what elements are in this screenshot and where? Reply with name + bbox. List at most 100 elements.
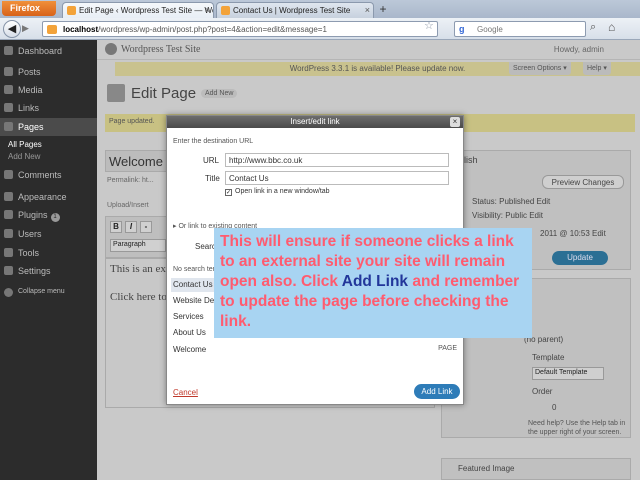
plugins-update-badge: 1: [50, 213, 60, 222]
tab-label: Contact Us | Wordpress Test Site: [233, 6, 351, 15]
search-icon[interactable]: ⌕: [590, 21, 596, 34]
publish-visibility: Visibility: Public Edit: [472, 211, 543, 220]
sidebar-item-users[interactable]: Users: [0, 225, 97, 243]
order-input[interactable]: 0: [552, 403, 556, 412]
sidebar-item-pages[interactable]: Pages: [0, 118, 97, 136]
list-item-label: About Us: [173, 328, 206, 337]
tab-edit-page[interactable]: Edit Page ‹ Wordpress Test Site — Wo... …: [62, 2, 214, 18]
sidebar-item-plugins[interactable]: Plugins 1: [0, 206, 97, 224]
sidebar-item-media[interactable]: Media: [0, 81, 97, 99]
preview-changes-button[interactable]: Preview Changes: [542, 175, 624, 189]
users-icon: [4, 229, 13, 238]
howdy-user[interactable]: Howdy, admin: [554, 45, 604, 54]
add-link-button[interactable]: Add Link: [414, 384, 460, 399]
appearance-icon: [4, 192, 13, 201]
site-title[interactable]: Wordpress Test Site: [121, 44, 200, 55]
sidebar-subitem-add-new[interactable]: Add New: [8, 152, 40, 161]
sidebar-subitem-all-pages[interactable]: All Pages: [8, 140, 42, 149]
links-icon: [4, 103, 13, 112]
dashboard-icon: [4, 46, 13, 55]
wordpress-logo-icon: [105, 43, 117, 55]
pages-icon: [107, 84, 125, 102]
permalink: Permalink: ht...: [107, 177, 154, 184]
sidebar-item-posts[interactable]: Posts: [0, 63, 97, 81]
search-placeholder: Google: [477, 25, 503, 34]
tab-label: Edit Page ‹ Wordpress Test Site — Wo...: [79, 6, 214, 15]
order-label: Order: [532, 387, 553, 396]
posts-icon: [4, 67, 13, 76]
sidebar-item-label: Settings: [18, 266, 51, 276]
tools-icon: [4, 248, 13, 257]
site-identity-icon: [47, 25, 57, 34]
list-item-label: Welcome: [173, 345, 207, 354]
featured-image-box[interactable]: Featured Image: [441, 458, 631, 480]
italic-button[interactable]: I: [125, 221, 137, 233]
media-icon: [4, 85, 13, 94]
dialog-title: Insert/edit link ×: [167, 116, 463, 128]
template-label: Template: [532, 353, 565, 362]
tab-contact-us[interactable]: Contact Us | Wordpress Test Site ×: [216, 2, 374, 18]
sidebar-item-comments[interactable]: Comments: [0, 166, 97, 184]
list-item-kind: PAGE: [438, 345, 457, 352]
sidebar-item-links[interactable]: Links: [0, 99, 97, 117]
address-bar[interactable]: localhost/wordpress/wp-admin/post.php?po…: [42, 21, 438, 37]
close-tab-icon[interactable]: ×: [365, 5, 370, 15]
tip-highlight: Add Link: [341, 273, 409, 290]
new-window-checkbox[interactable]: ✓: [225, 189, 232, 196]
google-icon: g: [459, 24, 465, 34]
sidebar-collapse-menu[interactable]: Collapse menu: [0, 284, 97, 302]
collapse-icon: [4, 288, 13, 297]
plugins-icon: [4, 210, 13, 219]
sidebar-item-label: Links: [18, 103, 40, 113]
list-item[interactable]: Welcome PAGE: [171, 343, 461, 357]
sidebar-item-label: Collapse menu: [18, 288, 65, 295]
firefox-menu-button[interactable]: Firefox: [2, 1, 56, 16]
tip-text: This will ensure if someone clicks a lin…: [220, 232, 526, 332]
add-new-button[interactable]: Add New: [201, 89, 238, 98]
upload-insert-label[interactable]: Upload/Insert: [107, 202, 149, 209]
home-icon[interactable]: ⌂: [608, 20, 615, 34]
publish-date: 2011 @ 10:53 Edit: [540, 229, 606, 238]
close-tab-icon[interactable]: ×: [205, 5, 210, 15]
new-tab-icon[interactable]: +: [376, 3, 390, 16]
sidebar-item-tools[interactable]: Tools: [0, 244, 97, 262]
cancel-link[interactable]: Cancel: [173, 388, 198, 397]
settings-icon: [4, 266, 13, 275]
bookmark-star-icon[interactable]: ☆: [424, 19, 434, 32]
strikethrough-button[interactable]: -: [140, 221, 152, 233]
template-select[interactable]: Default Template: [532, 367, 604, 380]
admin-sidebar: Dashboard Posts Media Links Pages All Pa…: [0, 40, 97, 480]
close-icon[interactable]: ×: [450, 117, 460, 127]
url-label: URL: [203, 156, 220, 165]
sidebar-item-settings[interactable]: Settings: [0, 262, 97, 280]
title-input[interactable]: Contact Us: [225, 171, 449, 185]
paragraph-select[interactable]: Paragraph: [110, 239, 166, 252]
bold-button[interactable]: B: [110, 221, 122, 233]
url-input[interactable]: http://www.bbc.co.uk: [225, 153, 449, 167]
sidebar-item-label: Users: [18, 229, 42, 239]
dialog-title-text: Insert/edit link: [290, 117, 340, 126]
sidebar-item-appearance[interactable]: Appearance: [0, 188, 97, 206]
page-title: Edit Page: [131, 85, 197, 102]
sidebar-item-dashboard[interactable]: Dashboard: [0, 42, 97, 60]
editor-text: This is an ex...: [110, 263, 175, 275]
sidebar-item-label: Dashboard: [18, 46, 63, 56]
wordpress-favicon-icon: [221, 6, 230, 15]
sidebar-item-label: Tools: [18, 248, 40, 258]
forward-arrow-icon[interactable]: ▶: [22, 23, 29, 34]
sidebar-item-label: Plugins: [18, 210, 48, 220]
help-button[interactable]: Help ▾: [583, 62, 611, 75]
sidebar-item-label: Pages: [18, 122, 44, 132]
sidebar-item-label: Appearance: [18, 192, 67, 202]
list-item-label: Contact Us: [173, 280, 213, 289]
browser-tab-bar: Firefox Edit Page ‹ Wordpress Test Site …: [0, 0, 640, 18]
comments-icon: [4, 170, 13, 179]
tutorial-tip: This will ensure if someone clicks a lin…: [214, 228, 532, 338]
search-input[interactable]: g Google: [454, 21, 586, 37]
update-button[interactable]: Update: [552, 251, 608, 265]
pages-icon: [4, 122, 13, 131]
screen-options-button[interactable]: Screen Options ▾: [509, 62, 571, 75]
back-arrow-icon[interactable]: ◀: [3, 20, 21, 38]
new-window-label[interactable]: Open link in a new window/tab: [235, 188, 330, 195]
publish-status: Status: Published Edit: [472, 197, 551, 206]
